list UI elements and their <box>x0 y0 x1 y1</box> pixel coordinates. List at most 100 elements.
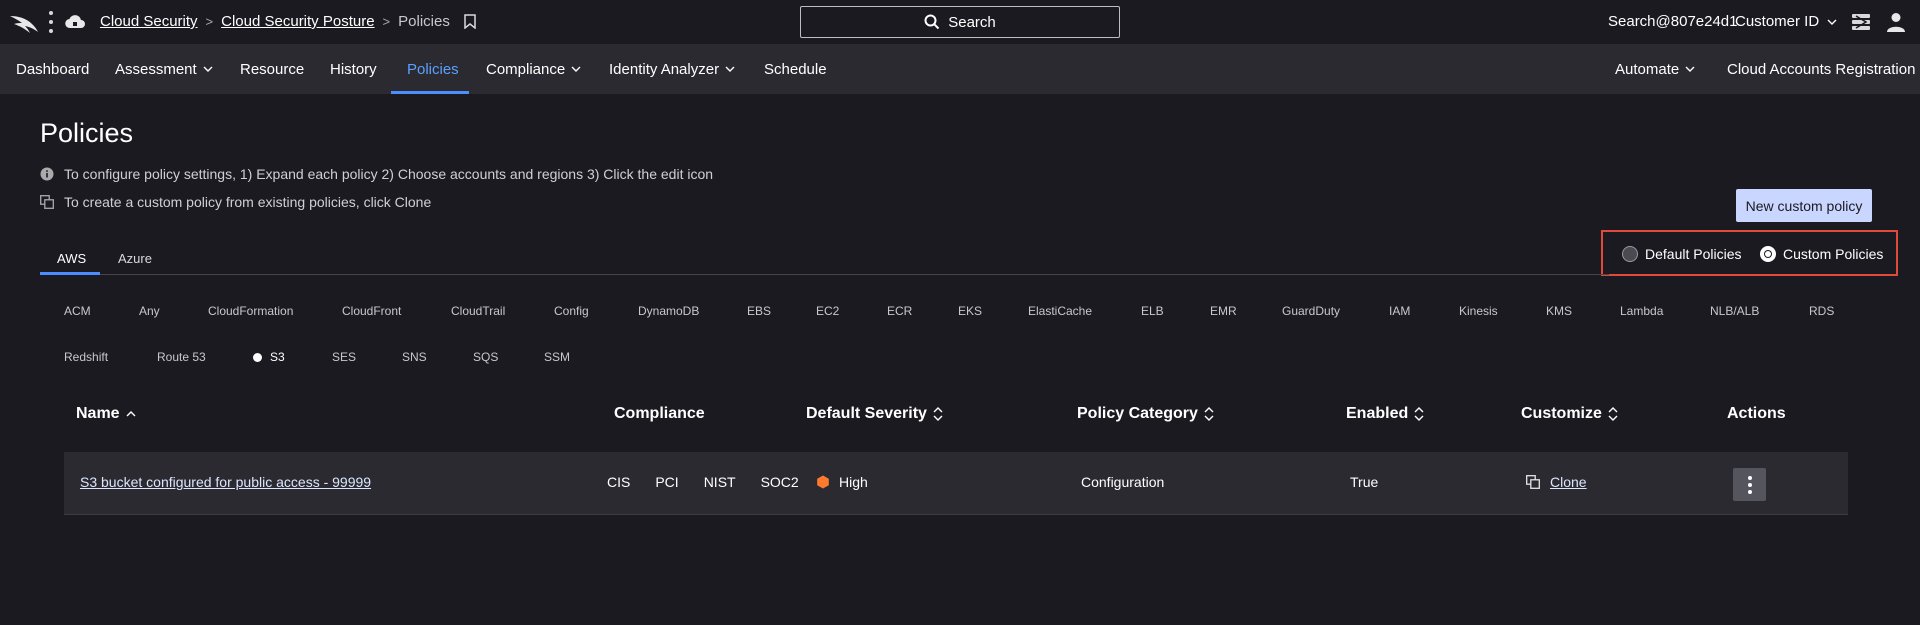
global-search-button[interactable]: Search <box>800 6 1120 38</box>
service-filter-lambda[interactable]: Lambda <box>1620 304 1663 318</box>
clone-link[interactable]: Clone <box>1550 474 1587 490</box>
falcon-logo-icon[interactable] <box>8 10 40 34</box>
service-filter-ses[interactable]: SES <box>332 350 356 364</box>
service-filter-label: EMR <box>1210 304 1237 318</box>
default-policies-label: Default Policies <box>1645 246 1742 262</box>
service-filter-emr[interactable]: EMR <box>1210 304 1237 318</box>
service-filter-any[interactable]: Any <box>139 304 160 318</box>
service-filter-eks[interactable]: EKS <box>958 304 982 318</box>
breadcrumb-separator-icon: > <box>382 14 391 29</box>
service-filter-acm[interactable]: ACM <box>64 304 91 318</box>
chevron-down-icon <box>203 66 213 72</box>
new-custom-policy-button[interactable]: New custom policy <box>1736 189 1872 222</box>
row-actions-kebab-icon[interactable] <box>1733 468 1766 501</box>
column-header-name-label: Name <box>76 405 120 422</box>
breadcrumb-cloud-security[interactable]: Cloud Security <box>100 13 198 30</box>
service-filter-ssm[interactable]: SSM <box>544 350 570 364</box>
selected-dot-icon <box>253 352 262 362</box>
service-filter-sns[interactable]: SNS <box>402 350 427 364</box>
column-header-default-severity[interactable]: Default Severity <box>806 405 943 423</box>
app-menu-icon[interactable] <box>48 11 54 33</box>
nav-dashboard[interactable]: Dashboard <box>16 44 89 94</box>
service-filter-config[interactable]: Config <box>554 304 589 318</box>
column-header-name[interactable]: Name <box>76 405 136 423</box>
service-filter-sqs[interactable]: SQS <box>473 350 498 364</box>
default-policies-radio[interactable]: Default Policies <box>1622 246 1742 262</box>
policy-name-cell: S3 bucket configured for public access -… <box>80 474 371 490</box>
policy-type-selector: Default Policies Custom Policies <box>1601 230 1898 276</box>
severity-cell: High <box>816 474 868 490</box>
customer-id-dropdown[interactable]: Customer ID <box>1735 13 1837 30</box>
service-filter-route-53[interactable]: Route 53 <box>157 350 206 364</box>
service-filter-ebs[interactable]: EBS <box>747 304 771 318</box>
nav-history[interactable]: History <box>330 44 377 94</box>
chevron-down-icon <box>1827 19 1837 25</box>
bookmark-icon[interactable] <box>464 14 476 29</box>
user-profile-icon[interactable] <box>1885 11 1907 33</box>
policy-name-link[interactable]: S3 bucket configured for public access -… <box>80 474 371 490</box>
cloud-security-home-icon[interactable] <box>64 11 86 33</box>
chevron-down-icon <box>571 66 581 72</box>
service-filter-ec2[interactable]: EC2 <box>816 304 839 318</box>
service-filter-dynamodb[interactable]: DynamoDB <box>638 304 699 318</box>
radio-checked-icon <box>1760 246 1776 262</box>
nav-identity-analyzer[interactable]: Identity Analyzer <box>609 44 735 94</box>
sort-ascending-icon <box>126 411 136 417</box>
service-filter-label: DynamoDB <box>638 304 700 318</box>
column-header-customize[interactable]: Customize <box>1521 405 1618 423</box>
column-header-compliance: Compliance <box>614 405 705 423</box>
service-filter-label: CloudTrail <box>451 304 506 318</box>
tab-aws[interactable]: AWS <box>57 251 86 266</box>
service-filter-redshift[interactable]: Redshift <box>64 350 108 364</box>
service-filter-label: Lambda <box>1620 304 1664 318</box>
service-filter-label: Any <box>139 304 160 318</box>
column-header-enabled-label: Enabled <box>1346 405 1409 422</box>
service-filter-label: IAM <box>1389 304 1411 318</box>
custom-policies-label: Custom Policies <box>1783 246 1884 262</box>
service-filter-iam[interactable]: IAM <box>1389 304 1410 318</box>
breadcrumb-cloud-security-posture[interactable]: Cloud Security Posture <box>221 13 374 30</box>
custom-policies-radio[interactable]: Custom Policies <box>1760 246 1883 262</box>
nav-automate[interactable]: Automate <box>1615 44 1695 94</box>
service-filter-kms[interactable]: KMS <box>1546 304 1572 318</box>
sort-icon <box>933 407 943 421</box>
service-filter-cloudfront[interactable]: CloudFront <box>342 304 401 318</box>
column-header-enabled[interactable]: Enabled <box>1346 405 1424 423</box>
severity-high-icon <box>817 475 829 489</box>
service-filter-s3[interactable]: S3 <box>253 350 285 364</box>
service-filter-label: RDS <box>1809 304 1835 318</box>
search-label: Search <box>948 13 996 31</box>
sort-icon <box>1204 407 1214 421</box>
service-filter-elasticache[interactable]: ElastiCache <box>1028 304 1092 318</box>
nav-cloud-accounts-registration[interactable]: Cloud Accounts Registration <box>1727 44 1915 94</box>
service-filter-cloudtrail[interactable]: CloudTrail <box>451 304 505 318</box>
service-filter-kinesis[interactable]: Kinesis <box>1459 304 1498 318</box>
column-header-customize-label: Customize <box>1521 405 1602 422</box>
service-filter-cloudformation[interactable]: CloudFormation <box>208 304 293 318</box>
enabled-cell: True <box>1350 474 1379 490</box>
service-filter-ecr[interactable]: ECR <box>887 304 912 318</box>
service-filter-rds[interactable]: RDS <box>1809 304 1834 318</box>
service-filter-guardduty[interactable]: GuardDuty <box>1282 304 1340 318</box>
clone-icon <box>40 195 54 209</box>
clone-info-row: To create a custom policy from existing … <box>40 194 431 210</box>
table-row[interactable]: S3 bucket configured for public access -… <box>64 452 1848 515</box>
service-filter-label: Config <box>554 304 589 318</box>
nav-resource[interactable]: Resource <box>240 44 304 94</box>
user-account-label[interactable]: Search@807e24d1 <box>1608 13 1738 30</box>
column-header-policy-category[interactable]: Policy Category <box>1077 405 1214 423</box>
service-filter-label: Redshift <box>64 350 109 364</box>
nav-compliance[interactable]: Compliance <box>486 44 581 94</box>
nav-schedule-label: Schedule <box>764 60 827 78</box>
nav-schedule[interactable]: Schedule <box>764 44 827 94</box>
tab-azure[interactable]: Azure <box>118 251 152 266</box>
service-filter-nlb-alb[interactable]: NLB/ALB <box>1710 304 1759 318</box>
stacked-layers-icon[interactable] <box>1850 11 1872 33</box>
nav-assessment[interactable]: Assessment <box>115 44 213 94</box>
service-filter-label: Kinesis <box>1459 304 1498 318</box>
service-filter-elb[interactable]: ELB <box>1141 304 1164 318</box>
service-filter-label: SNS <box>402 350 427 364</box>
nav-automate-label: Automate <box>1615 60 1680 78</box>
service-filter-label: Route 53 <box>157 350 206 364</box>
nav-policies[interactable]: Policies <box>407 44 459 94</box>
